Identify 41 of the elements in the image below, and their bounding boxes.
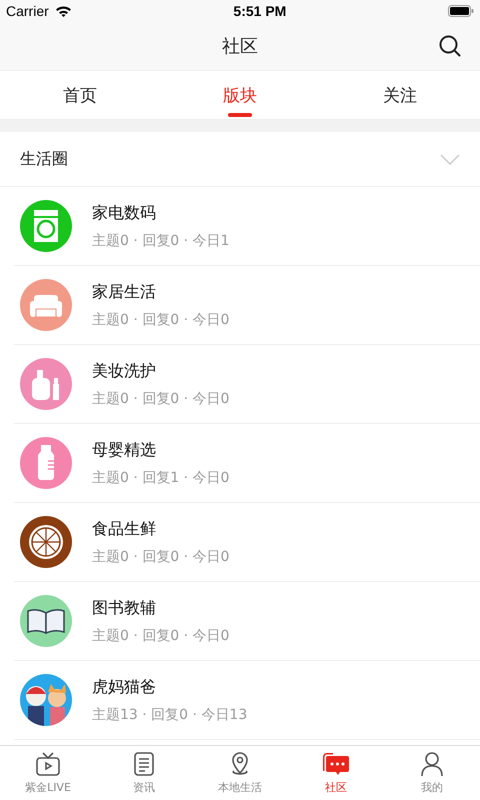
section-header[interactable]: 生活圈 xyxy=(0,132,480,187)
forum-name[interactable]: 美妆洗护 xyxy=(92,360,230,382)
battery-icon xyxy=(448,5,474,17)
forum-name[interactable]: 图书教辅 xyxy=(92,598,230,618)
forum-stats: 主题0 · 回复0 · 今日0 xyxy=(92,310,230,328)
forum-name[interactable]: 家电数码 xyxy=(92,202,230,224)
carrier-name: Carrier xyxy=(6,3,49,19)
forum-stats: 主题0 · 回复0 · 今日0 xyxy=(92,626,230,644)
tv-icon xyxy=(35,751,61,777)
tab[interactable]: 版块 xyxy=(160,71,320,119)
forum-name[interactable]: 家居生活 xyxy=(92,282,230,302)
tab[interactable]: 关注 xyxy=(320,71,480,119)
chevron-icon xyxy=(440,154,460,164)
section-title: 生活圈 xyxy=(20,148,68,170)
wifi-icon xyxy=(54,5,72,17)
forum-stats: 主题0 · 回复1 · 今日0 xyxy=(92,468,230,486)
forum-name[interactable]: 虎妈猫爸 xyxy=(92,676,248,698)
forum-name[interactable]: 食品生鲜 xyxy=(92,518,230,540)
tab-bar-item[interactable]: 我的 xyxy=(384,746,480,800)
sofa-icon xyxy=(20,279,72,331)
baby-bottle-icon xyxy=(20,437,72,489)
forum-stats: 主题0 · 回复0 · 今日1 xyxy=(92,232,230,250)
fruit-slice-icon xyxy=(20,516,72,568)
forum-stats: 主题0 · 回复0 · 今日0 xyxy=(92,548,230,566)
clock-time: 5:51 PM xyxy=(233,3,286,19)
forum-name[interactable]: 母婴精选 xyxy=(92,440,230,460)
tab[interactable]: 首页 xyxy=(0,71,160,119)
person-icon xyxy=(419,751,445,777)
washing-machine-icon xyxy=(20,200,72,252)
forum-stats: 主题13 · 回复0 · 今日13 xyxy=(92,706,248,724)
page-title: 社区 xyxy=(222,35,258,58)
search-icon[interactable] xyxy=(438,34,462,58)
tab-bar-item[interactable]: 资讯 xyxy=(96,746,192,800)
tab-bar-item[interactable]: 紫金LIVE xyxy=(0,746,96,800)
tab-bar-item[interactable]: 社区 xyxy=(288,746,384,800)
tab-bar-item[interactable]: 本地生活 xyxy=(192,746,288,800)
book-icon xyxy=(20,595,72,647)
forum-stats: 主题0 · 回复0 · 今日0 xyxy=(92,390,230,408)
chat-bubble-icon xyxy=(322,751,350,777)
cosmetics-icon xyxy=(20,358,72,410)
list-icon xyxy=(131,751,157,777)
